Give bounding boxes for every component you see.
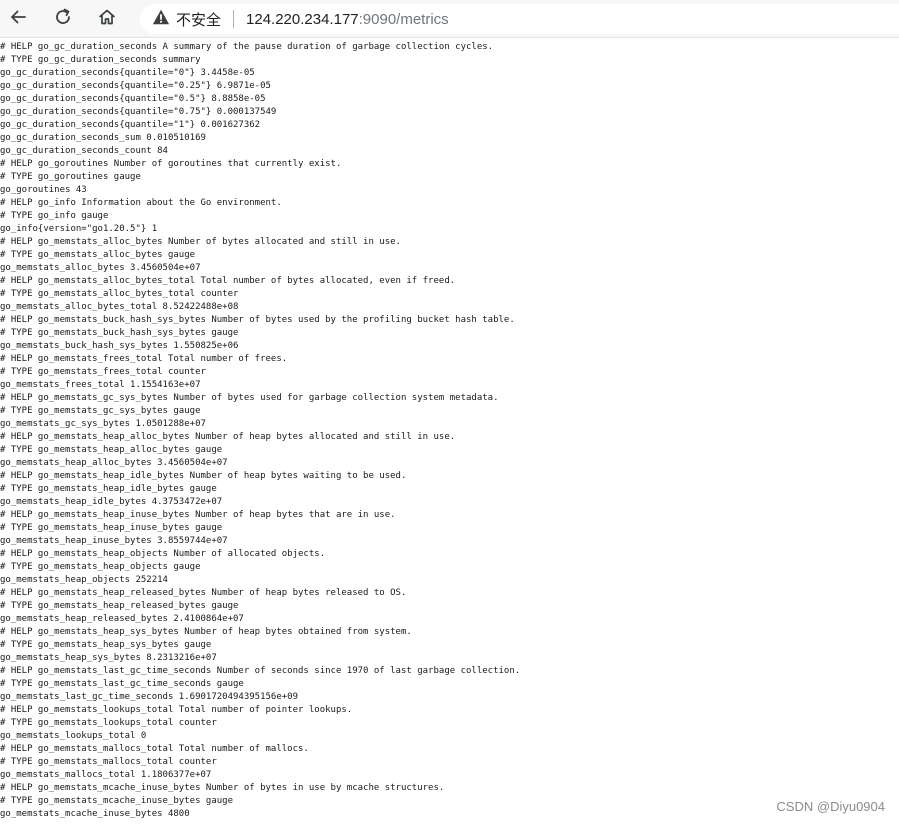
metric-line: # HELP go_memstats_mcache_inuse_bytes Nu… [0, 783, 445, 793]
watermark: CSDN @Diyu0904 [776, 799, 885, 814]
metric-line: go_memstats_lookups_total 0 [0, 731, 147, 741]
metric-line: # TYPE go_memstats_heap_released_bytes g… [0, 601, 239, 611]
metric-line: # TYPE go_memstats_lookups_total counter [0, 718, 217, 728]
metric-line: # HELP go_memstats_frees_total Total num… [0, 354, 288, 364]
metric-line: go_memstats_mcache_inuse_bytes 4800 [0, 809, 190, 819]
security-label: 不安全 [176, 11, 222, 29]
metric-line: # TYPE go_memstats_last_gc_time_seconds … [0, 679, 244, 689]
metric-line: go_memstats_heap_idle_bytes 4.3753472e+0… [0, 497, 223, 507]
back-button[interactable] [4, 5, 32, 33]
metric-line: go_memstats_mallocs_total 1.1806377e+07 [0, 770, 212, 780]
metric-line: # TYPE go_memstats_heap_alloc_bytes gaug… [0, 445, 223, 455]
metrics-text: # HELP go_gc_duration_seconds A summary … [0, 41, 899, 821]
metric-line: go_gc_duration_seconds{quantile="0.75"} … [0, 107, 277, 117]
metric-line: # HELP go_memstats_lookups_total Total n… [0, 705, 353, 715]
metric-line: go_gc_duration_seconds{quantile="1"} 0.0… [0, 120, 261, 130]
metric-line: # HELP go_goroutines Number of goroutine… [0, 159, 342, 169]
metric-line: # HELP go_memstats_heap_alloc_bytes Numb… [0, 432, 456, 442]
metric-line: go_gc_duration_seconds{quantile="0.5"} 8… [0, 94, 266, 104]
browser-toolbar: 不安全 124.220.234.177:9090/metrics [0, 0, 899, 38]
metric-line: # TYPE go_memstats_heap_idle_bytes gauge [0, 484, 217, 494]
home-icon [97, 7, 117, 31]
metric-line: go_gc_duration_seconds{quantile="0.25"} … [0, 81, 271, 91]
metric-line: # HELP go_memstats_heap_inuse_bytes Numb… [0, 510, 396, 520]
metric-line: # TYPE go_memstats_heap_objects gauge [0, 562, 201, 572]
metric-line: go_memstats_heap_objects 252214 [0, 575, 168, 585]
metric-line: go_memstats_alloc_bytes_total 8.52422488… [0, 302, 239, 312]
metric-line: # HELP go_info Information about the Go … [0, 198, 282, 208]
site-info-button[interactable]: 不安全 [152, 8, 221, 30]
metric-line: # TYPE go_memstats_mcache_inuse_bytes ga… [0, 796, 233, 806]
metric-line: go_memstats_heap_inuse_bytes 3.8559744e+… [0, 536, 228, 546]
url-host: 124.220.234.177 [246, 10, 359, 28]
metric-line: # TYPE go_memstats_alloc_bytes_total cou… [0, 289, 239, 299]
warning-icon [152, 8, 170, 30]
metric-line: # TYPE go_memstats_buck_hash_sys_bytes g… [0, 328, 239, 338]
metric-line: # HELP go_memstats_heap_released_bytes N… [0, 588, 407, 598]
home-button[interactable] [93, 5, 121, 33]
metric-line: go_goroutines 43 [0, 185, 87, 195]
metric-line: # TYPE go_memstats_gc_sys_bytes gauge [0, 406, 201, 416]
metric-line: # HELP go_memstats_heap_sys_bytes Number… [0, 627, 412, 637]
metric-line: # TYPE go_memstats_heap_sys_bytes gauge [0, 640, 212, 650]
metric-line: # TYPE go_memstats_frees_total counter [0, 367, 206, 377]
metric-line: # HELP go_memstats_heap_idle_bytes Numbe… [0, 471, 407, 481]
metric-line: go_memstats_last_gc_time_seconds 1.69017… [0, 692, 299, 702]
metric-line: # TYPE go_goroutines gauge [0, 172, 141, 182]
metric-line: # HELP go_memstats_alloc_bytes Number of… [0, 237, 401, 247]
metric-line: go_memstats_gc_sys_bytes 1.0501288e+07 [0, 419, 206, 429]
metric-line: go_info{version="go1.20.5"} 1 [0, 224, 158, 234]
metric-line: go_memstats_heap_sys_bytes 8.2313216e+07 [0, 653, 217, 663]
metric-line: go_memstats_frees_total 1.1554163e+07 [0, 380, 201, 390]
metric-line: go_gc_duration_seconds_sum 0.010510169 [0, 133, 206, 143]
metric-line: go_memstats_heap_alloc_bytes 3.4560504e+… [0, 458, 228, 468]
url-path: :9090/metrics [358, 10, 449, 28]
address-bar[interactable]: 不安全 124.220.234.177:9090/metrics [140, 4, 899, 34]
metric-line: # HELP go_memstats_alloc_bytes_total Tot… [0, 276, 456, 286]
omnibox-divider [233, 10, 235, 28]
metric-line: # HELP go_memstats_gc_sys_bytes Number o… [0, 393, 499, 403]
metric-line: # TYPE go_memstats_mallocs_total counter [0, 757, 217, 767]
metric-line: # TYPE go_gc_duration_seconds summary [0, 55, 201, 65]
reload-icon [53, 7, 73, 31]
metric-line: # HELP go_memstats_mallocs_total Total n… [0, 744, 309, 754]
metric-line: # TYPE go_memstats_alloc_bytes gauge [0, 250, 196, 260]
metric-line: # TYPE go_memstats_heap_inuse_bytes gaug… [0, 523, 223, 533]
metric-line: # HELP go_memstats_heap_objects Number o… [0, 549, 326, 559]
reload-button[interactable] [49, 5, 77, 33]
metric-line: go_memstats_alloc_bytes 3.4560504e+07 [0, 263, 201, 273]
metric-line: # HELP go_memstats_last_gc_time_seconds … [0, 666, 521, 676]
metric-line: go_memstats_heap_released_bytes 2.410086… [0, 614, 244, 624]
metric-line: go_memstats_buck_hash_sys_bytes 1.550825… [0, 341, 239, 351]
metric-line: go_gc_duration_seconds{quantile="0"} 3.4… [0, 68, 255, 78]
metric-line: # HELP go_gc_duration_seconds A summary … [0, 42, 494, 52]
metric-line: # TYPE go_info gauge [0, 211, 109, 221]
back-icon [8, 7, 28, 31]
metric-line: # HELP go_memstats_buck_hash_sys_bytes N… [0, 315, 515, 325]
metric-line: go_gc_duration_seconds_count 84 [0, 146, 168, 156]
